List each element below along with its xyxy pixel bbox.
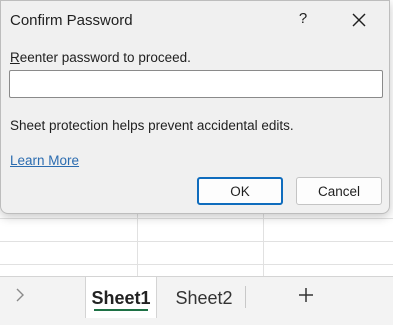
grid-line [0,218,393,219]
help-button[interactable]: ? [293,10,313,32]
learn-more-link[interactable]: Learn More [10,153,79,168]
plus-icon [298,287,314,307]
confirm-password-dialog: Confirm Password ? Reenter password to p… [0,0,390,214]
info-text: Sheet protection helps prevent accidenta… [10,118,294,133]
status-bar [0,318,393,325]
dialog-title: Confirm Password [10,12,133,29]
cancel-button[interactable]: Cancel [296,177,382,205]
password-input[interactable] [9,70,383,98]
grid-line [0,241,393,242]
close-button[interactable] [347,10,371,32]
close-icon [352,12,366,31]
sheet-tab-sheet1[interactable]: Sheet1 [85,277,157,319]
prompt-text: eenter password to proceed. [19,50,191,65]
sheet-tab-label: Sheet2 [175,287,233,308]
password-prompt-label: Reenter password to proceed. [10,50,191,65]
sheet-tab-bar: Sheet1 Sheet2 [0,276,393,319]
active-tab-indicator [94,309,148,311]
tab-divider [245,286,246,308]
access-key: R [10,50,20,65]
grid-line [137,212,138,276]
scroll-tabs-button[interactable] [11,286,29,306]
chevron-right-icon [15,287,25,306]
sheet-tab-label: Sheet1 [91,287,151,308]
grid-line [263,212,264,276]
grid-line [0,264,393,265]
add-sheet-button[interactable] [294,285,318,309]
ok-button[interactable]: OK [197,177,283,205]
sheet-tab-sheet2[interactable]: Sheet2 [167,277,241,319]
